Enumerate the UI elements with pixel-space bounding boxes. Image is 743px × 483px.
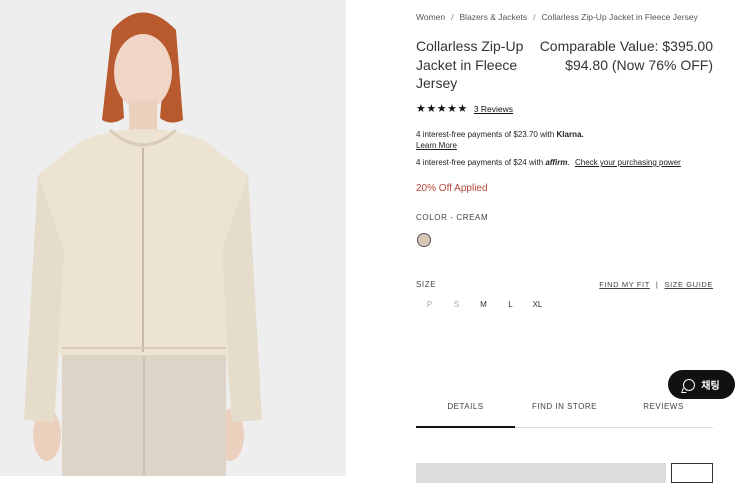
- find-my-fit-link[interactable]: FIND MY FIT: [599, 280, 650, 289]
- wishlist-button[interactable]: [671, 463, 713, 483]
- size-option-m[interactable]: M: [470, 300, 497, 309]
- rating-stars-icon: ★★★★★: [416, 103, 468, 115]
- size-guide-link[interactable]: SIZE GUIDE: [664, 280, 713, 289]
- rating: ★★★★★ 3 Reviews: [416, 102, 513, 115]
- affirm-installments: 4 interest-free payments of $24 with aff…: [416, 158, 681, 167]
- product-tabs: DETAILS FIND IN STORE REVIEWS: [416, 390, 713, 428]
- product-price: Comparable Value: $395.00 $94.80 (Now 76…: [533, 37, 713, 74]
- chat-bubble-icon: [683, 378, 696, 391]
- breadcrumb-separator: /: [451, 12, 454, 22]
- tab-find-in-store[interactable]: FIND IN STORE: [515, 390, 614, 427]
- affirm-text: 4 interest-free payments of $24 with: [416, 158, 544, 167]
- tab-details[interactable]: DETAILS: [416, 390, 515, 428]
- breadcrumb-current[interactable]: Collarless Zip-Up Jacket in Fleece Jerse…: [541, 12, 697, 22]
- color-swatch-cream[interactable]: [417, 233, 431, 247]
- size-option-l[interactable]: L: [497, 300, 524, 309]
- promo-applied-text: 20% Off Applied: [416, 183, 488, 194]
- color-label: COLOR - CREAM: [416, 213, 489, 222]
- model-wearing-jacket-illustration: [0, 0, 346, 476]
- chat-button[interactable]: 채팅: [668, 370, 735, 399]
- klarna-installments: 4 interest-free payments of $23.70 with …: [416, 129, 584, 151]
- breadcrumb-link-women[interactable]: Women: [416, 12, 445, 22]
- size-links: FIND MY FIT | SIZE GUIDE: [599, 280, 713, 289]
- product-title: Collarless Zip-Up Jacket in Fleece Jerse…: [416, 38, 524, 91]
- reviews-link[interactable]: 3 Reviews: [474, 104, 513, 114]
- chat-label: 채팅: [701, 381, 720, 392]
- learn-more-link[interactable]: Learn More: [416, 141, 457, 150]
- affirm-logo: affirm: [545, 158, 568, 167]
- breadcrumb-separator: /: [533, 12, 536, 22]
- breadcrumb: Women / Blazers & Jackets / Collarless Zip-U…: [416, 12, 698, 22]
- period: .: [567, 158, 570, 167]
- size-option-xl[interactable]: XL: [524, 300, 551, 309]
- product-info-panel: Women / Blazers & Jackets / Collarless Zip-U…: [416, 0, 713, 483]
- comparable-value: Comparable Value: $395.00: [539, 38, 713, 54]
- klarna-logo: Klarna.: [556, 130, 584, 139]
- size-option-p[interactable]: P: [416, 300, 443, 309]
- affirm-purchasing-power-link[interactable]: Check your purchasing power: [575, 158, 681, 167]
- breadcrumb-link-category[interactable]: Blazers & Jackets: [460, 12, 528, 22]
- product-image[interactable]: [0, 0, 346, 476]
- size-option-s[interactable]: S: [443, 300, 470, 309]
- sale-price: $94.80 (Now 76% OFF): [565, 56, 713, 73]
- size-label: SIZE: [416, 280, 437, 289]
- klarna-text: 4 interest-free payments of $23.70 with: [416, 130, 555, 139]
- add-to-bag-button[interactable]: [416, 463, 666, 483]
- size-options: P S M L XL: [416, 300, 551, 309]
- divider: |: [655, 280, 659, 289]
